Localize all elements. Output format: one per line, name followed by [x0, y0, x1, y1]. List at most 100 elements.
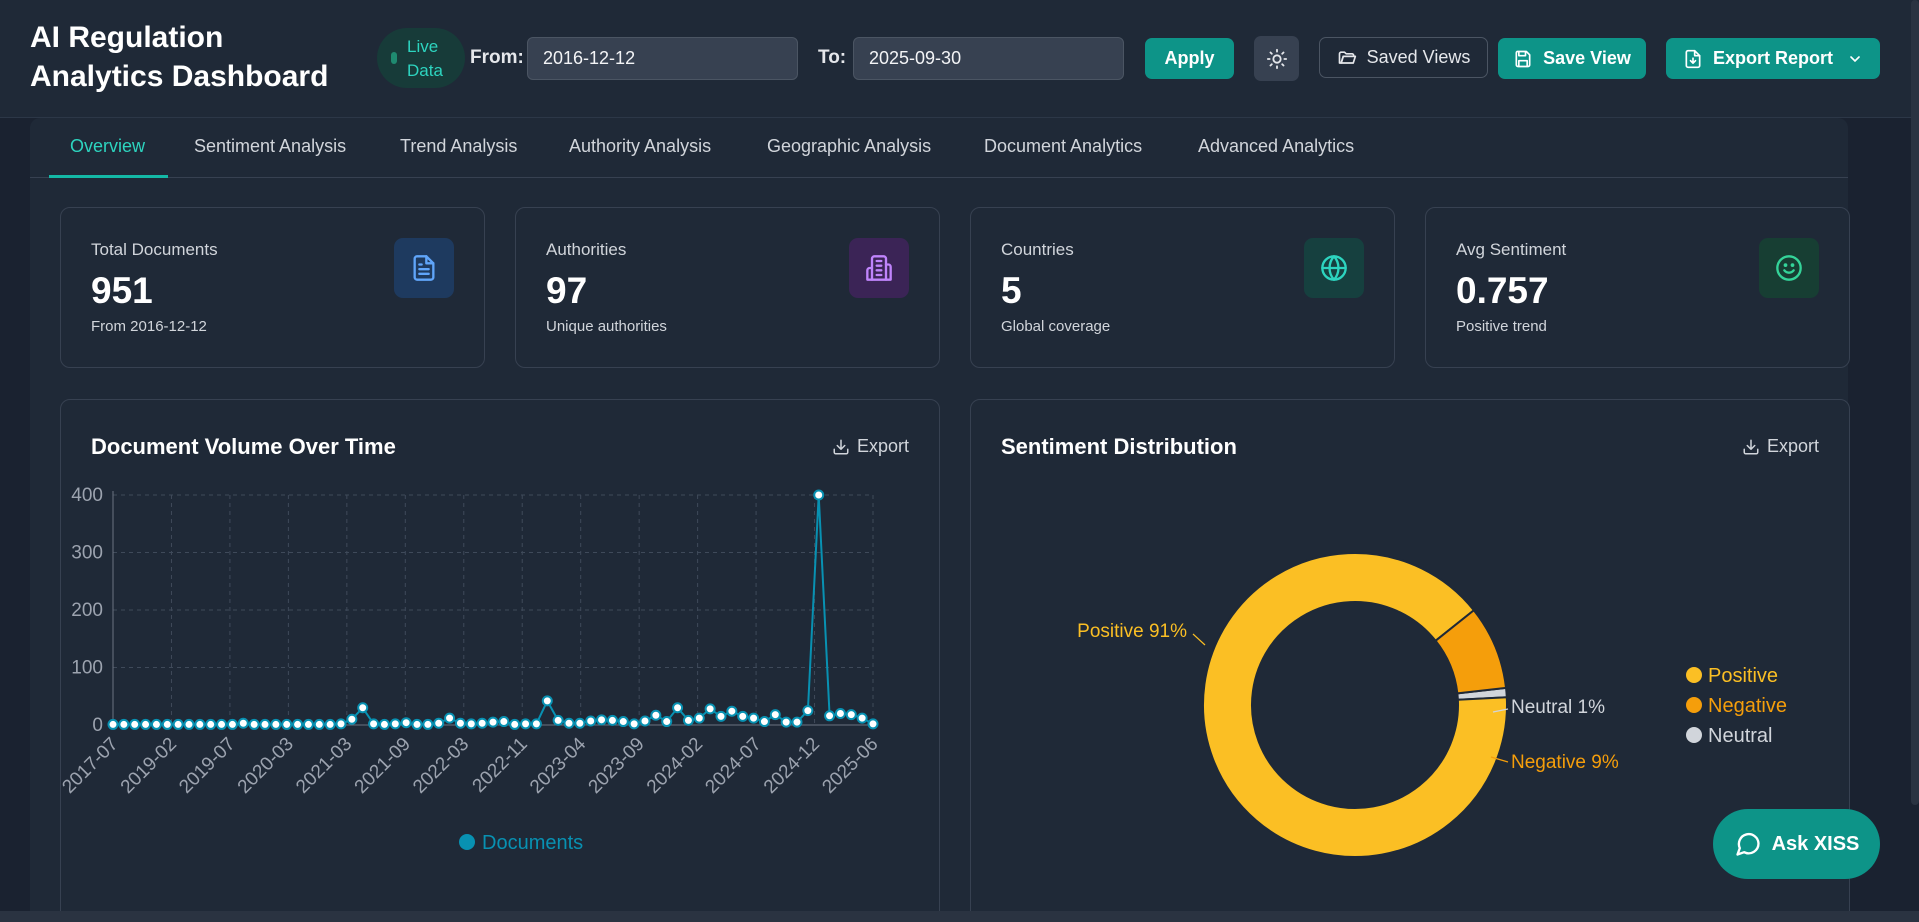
data-point[interactable] — [704, 703, 716, 715]
data-point[interactable] — [509, 718, 521, 730]
apply-button[interactable]: Apply — [1145, 38, 1234, 79]
data-point[interactable] — [693, 712, 705, 724]
data-point[interactable] — [520, 718, 532, 730]
data-point[interactable] — [715, 710, 727, 722]
data-point[interactable] — [346, 713, 358, 725]
stat-subtitle: Global coverage — [1001, 318, 1111, 335]
data-point[interactable] — [617, 716, 629, 728]
data-point[interactable] — [737, 710, 749, 722]
data-point[interactable] — [183, 718, 195, 730]
data-point[interactable] — [292, 718, 304, 730]
data-point[interactable] — [791, 716, 803, 728]
stat-label: Total Documents — [91, 240, 218, 259]
data-point[interactable] — [867, 718, 879, 730]
data-point[interactable] — [552, 714, 564, 726]
data-point[interactable] — [118, 718, 130, 730]
data-point[interactable] — [769, 709, 781, 721]
tab-authority-analysis[interactable]: Authority Analysis — [569, 136, 711, 157]
sun-icon — [1266, 48, 1287, 69]
tab-advanced-analytics[interactable]: Advanced Analytics — [1198, 136, 1354, 157]
data-point[interactable] — [324, 718, 336, 730]
data-point[interactable] — [433, 717, 445, 729]
data-point[interactable] — [498, 716, 510, 728]
data-point[interactable] — [411, 718, 423, 730]
data-point[interactable] — [672, 702, 684, 714]
tab-geographic-analysis[interactable]: Geographic Analysis — [767, 136, 931, 157]
data-point[interactable] — [487, 716, 499, 728]
data-point[interactable] — [585, 715, 597, 727]
data-point[interactable] — [140, 718, 152, 730]
data-point[interactable] — [530, 718, 542, 730]
data-point[interactable] — [596, 714, 608, 726]
data-point[interactable] — [639, 715, 651, 727]
data-point[interactable] — [563, 717, 575, 729]
data-point[interactable] — [389, 718, 401, 730]
theme-toggle-button[interactable] — [1254, 36, 1299, 81]
export-report-button[interactable]: Export Report — [1666, 38, 1880, 79]
data-point[interactable] — [400, 717, 412, 729]
data-point[interactable] — [845, 709, 857, 721]
ask-xiss-button[interactable]: Ask XISS — [1713, 809, 1880, 879]
data-point[interactable] — [237, 717, 249, 729]
data-point[interactable] — [259, 718, 271, 730]
to-date-input[interactable] — [853, 37, 1124, 80]
top-header: AI Regulation Analytics Dashboard Live D… — [0, 0, 1919, 118]
tab-overview[interactable]: Overview — [70, 136, 145, 157]
main-panel: Overview Sentiment Analysis Trend Analys… — [30, 118, 1850, 922]
saved-views-button[interactable]: Saved Views — [1319, 37, 1488, 78]
data-point[interactable] — [824, 710, 836, 722]
data-point[interactable] — [378, 718, 390, 730]
save-view-button[interactable]: Save View — [1498, 38, 1646, 79]
data-point[interactable] — [606, 714, 618, 726]
from-date-input[interactable] — [527, 37, 798, 80]
data-point[interactable] — [628, 718, 640, 730]
data-point[interactable] — [834, 708, 846, 719]
data-point[interactable] — [726, 705, 738, 717]
data-point[interactable] — [172, 718, 184, 730]
pie-slice-positive[interactable] — [1202, 552, 1508, 858]
data-point[interactable] — [302, 718, 314, 730]
data-point[interactable] — [758, 716, 770, 728]
data-point[interactable] — [205, 718, 217, 730]
data-point[interactable] — [194, 718, 206, 730]
legend-label-negative[interactable]: Negative — [1708, 695, 1787, 717]
data-point[interactable] — [650, 709, 662, 721]
data-point[interactable] — [748, 712, 760, 724]
data-point[interactable] — [422, 718, 434, 730]
data-point[interactable] — [541, 695, 553, 707]
data-point[interactable] — [150, 718, 162, 730]
data-point[interactable] — [281, 718, 293, 730]
pie-legend: Positive Negative Neutral — [1686, 665, 1787, 747]
apply-button-label: Apply — [1164, 48, 1215, 68]
data-point[interactable] — [465, 718, 477, 730]
legend-label-neutral[interactable]: Neutral — [1708, 725, 1772, 747]
data-point[interactable] — [661, 716, 673, 728]
data-point[interactable] — [270, 718, 282, 730]
data-point[interactable] — [476, 717, 488, 729]
data-point[interactable] — [682, 714, 694, 726]
data-point[interactable] — [226, 718, 238, 730]
page-scrollbar[interactable] — [1911, 0, 1919, 805]
data-point[interactable] — [248, 718, 260, 730]
data-point[interactable] — [856, 712, 868, 724]
data-point[interactable] — [357, 702, 369, 714]
tab-document-analytics[interactable]: Document Analytics — [984, 136, 1142, 157]
data-point[interactable] — [574, 717, 586, 729]
legend-label-positive[interactable]: Positive — [1708, 665, 1778, 687]
data-point[interactable] — [454, 717, 466, 729]
tab-sentiment-analysis[interactable]: Sentiment Analysis — [194, 136, 346, 157]
data-point[interactable] — [802, 705, 814, 717]
data-point[interactable] — [216, 718, 228, 730]
data-point[interactable] — [129, 718, 141, 730]
x-tick-label: 2022-11 — [469, 734, 532, 797]
data-point[interactable] — [368, 718, 380, 730]
data-point[interactable] — [444, 712, 456, 724]
data-point[interactable] — [107, 718, 119, 730]
data-point[interactable] — [813, 489, 825, 501]
data-point[interactable] — [335, 718, 347, 730]
stat-card-avg-sentiment: Avg Sentiment 0.757 Positive trend — [1425, 207, 1850, 368]
data-point[interactable] — [313, 718, 325, 730]
data-point[interactable] — [780, 716, 792, 728]
tab-trend-analysis[interactable]: Trend Analysis — [400, 136, 517, 157]
data-point[interactable] — [161, 718, 173, 730]
